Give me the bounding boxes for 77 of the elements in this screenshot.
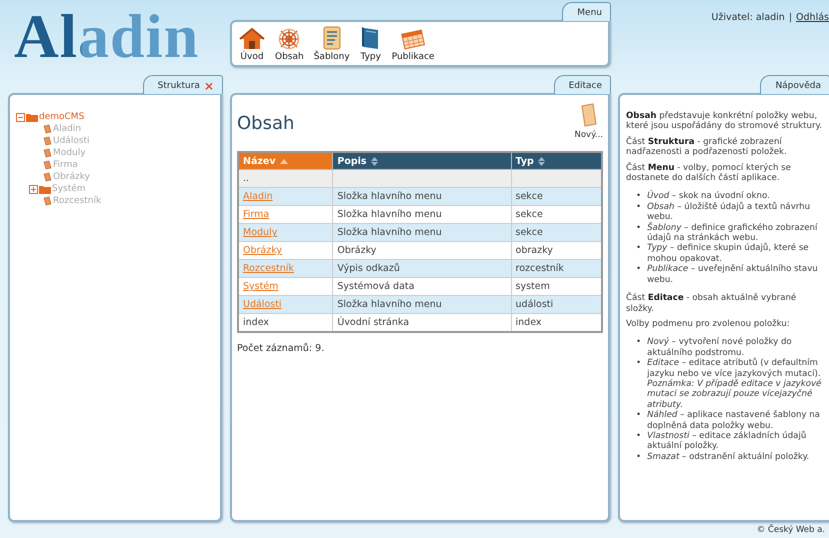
help-list-item: Publikace – uveřejnění aktuálního stavu webu.: [647, 264, 819, 286]
help-paragraph: Část Struktura - grafické zobrazení nadřazenosti a podřazenosti položek.: [626, 136, 788, 158]
table-cell: Složka hlavního menu: [332, 188, 512, 206]
help-list-item: Šablony – definice grafického zobrazení údajů na stránkách webu.: [647, 222, 818, 244]
help-list-item: Náhled – aplikace nastavené šablony na doplněná data položky webu.: [647, 410, 821, 431]
table-cell: Výpis odkazů: [332, 260, 512, 278]
help-paragraph: Část Menu - volby, pomocí kterých se dostanete do dalších částí aplikace.: [626, 162, 792, 184]
tree-item[interactable]: Systém: [52, 184, 86, 194]
bullet: •: [636, 358, 642, 370]
user-label: Uživatel: aladin: [711, 12, 785, 23]
help-list-item: Úvod – skok na úvodní okno.: [647, 191, 770, 202]
panel-title: Nápověda: [775, 81, 821, 91]
document-icon: [580, 103, 598, 127]
new-button[interactable]: Nový...: [574, 103, 603, 140]
expand-icon[interactable]: [29, 184, 38, 194]
table-cell: sekce: [511, 224, 602, 242]
menu-button[interactable]: Typy: [358, 26, 383, 62]
bullet: •: [636, 410, 642, 422]
panel-title: Editace: [568, 81, 602, 91]
copyright-text: © Český Web a.: [756, 525, 825, 535]
menu-button[interactable]: Šablony: [312, 26, 351, 62]
table-cell: sekce: [511, 188, 602, 206]
tree-item[interactable]: Moduly: [53, 148, 86, 158]
help-list-item: Typy – definice skupin údajů, které se mohou opakovat.: [647, 243, 810, 264]
column-header[interactable]: Popis: [332, 152, 512, 170]
folder-icon: [26, 112, 38, 122]
menu-button[interactable]: Publikace: [390, 28, 436, 62]
sort-ascending-icon: [280, 158, 288, 164]
record-count: Počet záznamů: 9.: [237, 343, 326, 354]
tree-item[interactable]: Obrázky: [53, 172, 90, 182]
tree-item[interactable]: Aladin: [53, 124, 82, 134]
table-cell: ..: [238, 170, 333, 188]
column-header[interactable]: Název: [238, 152, 333, 170]
help-list-item: Vlastnosti – editace základních údajů aktuální položky.: [647, 430, 808, 452]
bullet: •: [636, 243, 642, 256]
help-list-item: Obsah – úložiště údajů a textů návrhu webu.: [647, 202, 812, 222]
help-list-item: Nový – vytvoření nové položky do aktuálního podstromu.: [647, 337, 793, 358]
panel-title: Struktura: [158, 81, 200, 91]
page-heading: Obsah: [237, 113, 294, 134]
table-cell: Složka hlavního menu: [332, 224, 512, 242]
help-text: Volby podmenu pro zvolenou položku:: [626, 318, 791, 330]
bullet: •: [636, 337, 642, 350]
tree-item[interactable]: Firma: [53, 160, 78, 170]
item-link[interactable]: Firma: [243, 209, 270, 220]
table-cell: události: [511, 296, 602, 314]
folder-icon: [39, 184, 51, 194]
bullet: •: [636, 264, 642, 276]
sort-icon: [538, 156, 545, 166]
menu-button[interactable]: Úvod: [238, 28, 266, 62]
menu-button[interactable]: Obsah: [274, 28, 305, 62]
panel-title: Menu: [577, 8, 602, 18]
close-button[interactable]: ×: [204, 81, 214, 91]
column-header[interactable]: Typ: [511, 152, 602, 170]
table-cell: rozcestník: [511, 260, 602, 278]
help-paragraph: Obsah představuje konkrétní položky webu, které jsou uspořádány do stromové struktury.: [626, 111, 824, 132]
tree-item[interactable]: demoCMS: [39, 112, 84, 122]
help-list-item: Editace – editace atributů (v defaultním jazyku nebo ve více jazykových mutací).: [647, 358, 822, 379]
bullet: •: [636, 191, 642, 202]
sort-icon: [370, 156, 378, 166]
house-icon: [239, 28, 265, 50]
bullet: •: [636, 222, 642, 235]
help-note: Poznámka: V případě editace v jazykové mutaci se zobrazují pouze vícejazyčné atributy.: [647, 378, 822, 410]
bullet: •: [636, 430, 642, 443]
collapse-icon[interactable]: [16, 112, 25, 122]
help-list-item: Smazat – odstranění aktuální položky.: [647, 452, 810, 462]
document-icon: [322, 26, 342, 50]
help-paragraph: Část Editace - obsah aktuálně vybrané složky.: [626, 293, 798, 314]
item-link[interactable]: Aladin: [243, 191, 273, 202]
page-icon: [43, 196, 52, 206]
bullet: •: [636, 202, 642, 214]
table-cell: Složka hlavního menu: [332, 296, 512, 314]
logout-link[interactable]: Odhlás: [796, 12, 829, 23]
separator: |: [788, 12, 792, 23]
tree-item[interactable]: Události: [53, 136, 90, 146]
spider-web-icon: [277, 28, 302, 50]
tree-item[interactable]: Rozcestník: [53, 196, 102, 206]
bullet: •: [636, 452, 642, 462]
